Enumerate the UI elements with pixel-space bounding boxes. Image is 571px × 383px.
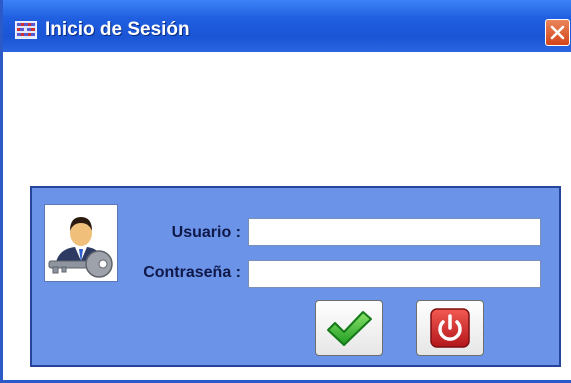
close-icon <box>550 25 565 40</box>
username-label: Usuario : <box>171 224 241 241</box>
password-input[interactable] <box>248 260 541 288</box>
login-window: Inicio de Sesión Usuario: Contraseña: <box>0 0 571 383</box>
title-bar[interactable]: Inicio de Sesión <box>3 0 571 52</box>
accept-button[interactable] <box>315 300 383 356</box>
login-panel: Usuario : Contraseña : <box>30 186 561 367</box>
username-input[interactable] <box>248 218 541 246</box>
user-key-icon <box>44 204 118 282</box>
exit-button[interactable] <box>416 300 484 356</box>
power-icon <box>430 308 470 348</box>
app-grid-icon <box>15 21 37 39</box>
password-label: Contraseña : <box>143 264 241 281</box>
checkmark-icon <box>327 311 372 346</box>
window-title: Inicio de Sesión <box>45 19 190 40</box>
close-button[interactable] <box>545 19 570 46</box>
